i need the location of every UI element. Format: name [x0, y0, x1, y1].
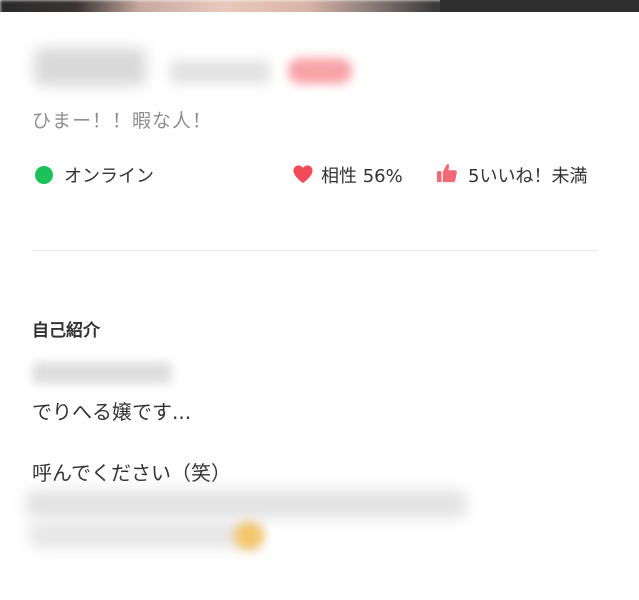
blurred-emoji-icon — [234, 522, 264, 550]
bio-line: 呼んでください（笑） — [32, 461, 231, 485]
blurred-bio-line — [30, 522, 260, 548]
thumbs-up-icon — [436, 164, 457, 183]
status-row: オンライン 相性 56% 5いいね！未満 — [32, 160, 607, 190]
bio-line: でりへる嬢です... — [32, 400, 192, 424]
blurred-badge — [288, 58, 352, 84]
blurred-age-area — [170, 60, 270, 84]
profile-tagline: ひまー！！暇な人！ — [32, 110, 213, 132]
online-status-label: オンライン — [64, 166, 154, 187]
blurred-bio-line — [26, 490, 466, 518]
likes-label: 5いいね！未満 — [468, 166, 588, 187]
blurred-username — [34, 48, 146, 86]
divider — [32, 250, 598, 251]
profile-page: ひまー！！暇な人！ オンライン 相性 56% 5いいね！未満 自己紹介 でりへる… — [0, 0, 639, 600]
heart-icon — [293, 165, 313, 184]
online-dot-icon — [35, 166, 53, 184]
bio-section-title: 自己紹介 — [32, 321, 100, 341]
compatibility-label: 相性 56% — [321, 166, 403, 187]
blurred-bio-line — [32, 362, 172, 384]
